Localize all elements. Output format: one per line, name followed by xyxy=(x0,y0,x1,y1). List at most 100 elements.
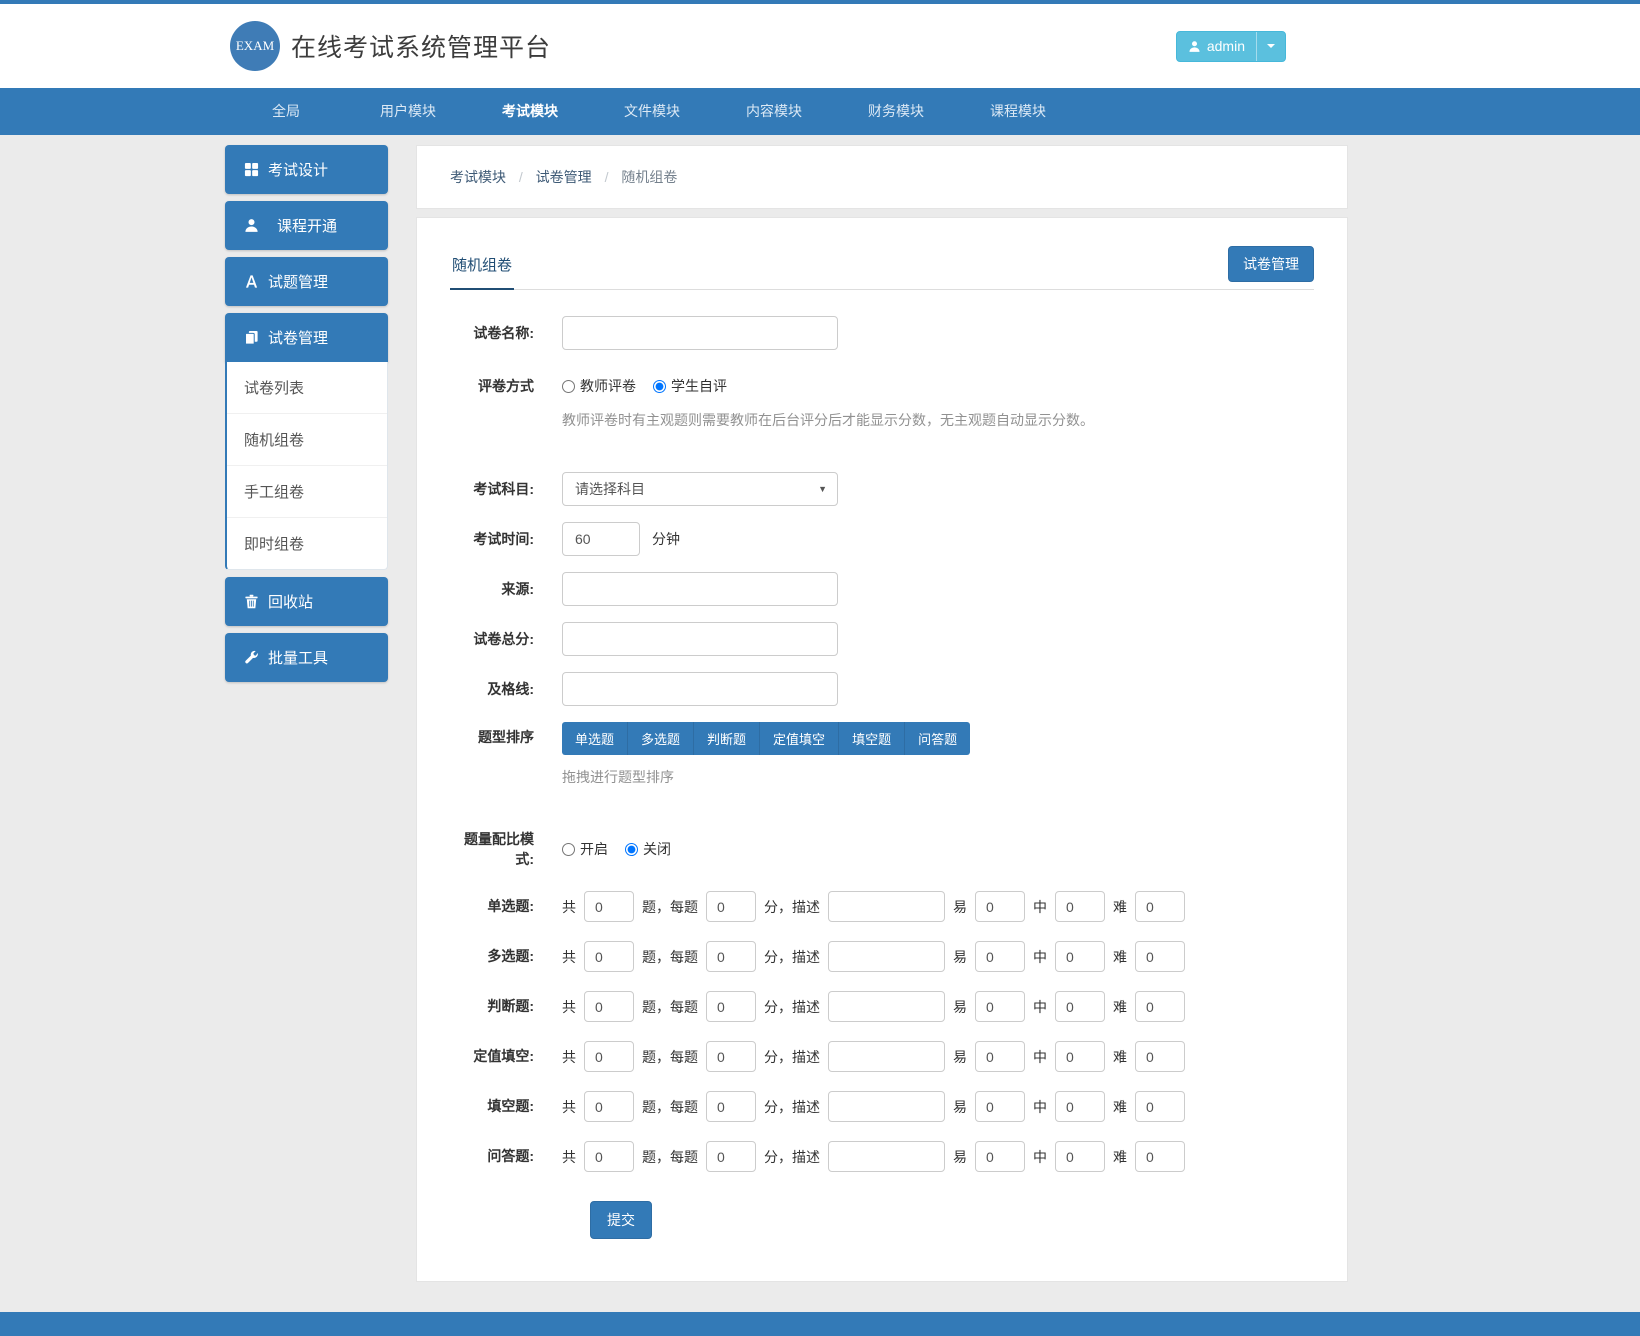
ratio-option-on[interactable]: 开启 xyxy=(562,839,608,859)
type-order-button-5[interactable]: 问答题 xyxy=(905,722,970,755)
nav-item-course-module[interactable]: 课程模块 xyxy=(957,88,1079,135)
type-order-button-3[interactable]: 定值填空 xyxy=(760,722,839,755)
pass-line-label: 及格线: xyxy=(450,672,562,706)
question-count-input[interactable] xyxy=(584,1041,634,1072)
nav-item-global[interactable]: 全局 xyxy=(225,88,347,135)
admin-username: admin xyxy=(1207,38,1245,54)
ratio-off-radio[interactable] xyxy=(625,843,638,856)
question-medium-input[interactable] xyxy=(1055,1041,1105,1072)
sidebar-item-batch-tools[interactable]: 批量工具 xyxy=(225,633,388,682)
question-easy-input[interactable] xyxy=(975,1141,1025,1172)
question-score-input[interactable] xyxy=(706,1041,756,1072)
question-hard-input[interactable] xyxy=(1135,991,1185,1022)
ratio-option-off[interactable]: 关闭 xyxy=(625,839,671,859)
breadcrumb-item-exam-module[interactable]: 考试模块 xyxy=(450,169,506,185)
question-easy-input[interactable] xyxy=(975,991,1025,1022)
question-medium-input[interactable] xyxy=(1055,991,1105,1022)
duration-label: 考试时间: xyxy=(450,522,562,556)
question-type-label: 问答题: xyxy=(450,1141,562,1172)
word-score-desc: 分，描述 xyxy=(764,1097,820,1117)
question-hard-input[interactable] xyxy=(1135,941,1185,972)
teacher-grading-radio[interactable] xyxy=(562,380,575,393)
tab-random-paper[interactable]: 随机组卷 xyxy=(450,246,514,290)
question-hard-input[interactable] xyxy=(1135,1141,1185,1172)
sidebar-item-question-manage[interactable]: 试题管理 xyxy=(225,257,388,306)
type-order-button-2[interactable]: 判断题 xyxy=(694,722,760,755)
question-medium-input[interactable] xyxy=(1055,941,1105,972)
duration-unit: 分钟 xyxy=(652,529,680,549)
question-type-label: 判断题: xyxy=(450,991,562,1022)
ratio-on-radio[interactable] xyxy=(562,843,575,856)
question-hard-input[interactable] xyxy=(1135,1041,1185,1072)
submenu-item-instant-paper[interactable]: 即时组卷 xyxy=(227,518,387,569)
question-easy-input[interactable] xyxy=(975,891,1025,922)
letter-a-icon xyxy=(244,274,259,289)
word-hard: 难 xyxy=(1113,947,1127,967)
question-desc-input[interactable] xyxy=(828,1091,945,1122)
grading-option-teacher[interactable]: 教师评卷 xyxy=(562,376,636,396)
radio-label: 教师评卷 xyxy=(580,376,636,396)
submenu-item-paper-list[interactable]: 试卷列表 xyxy=(227,362,387,414)
question-hard-input[interactable] xyxy=(1135,1091,1185,1122)
question-easy-input[interactable] xyxy=(975,1091,1025,1122)
nav-item-user-module[interactable]: 用户模块 xyxy=(347,88,469,135)
question-count-input[interactable] xyxy=(584,1141,634,1172)
question-count-input[interactable] xyxy=(584,891,634,922)
question-desc-input[interactable] xyxy=(828,1141,945,1172)
word-score-desc: 分，描述 xyxy=(764,1047,820,1067)
submenu-item-random-paper[interactable]: 随机组卷 xyxy=(227,414,387,466)
question-medium-input[interactable] xyxy=(1055,891,1105,922)
sidebar-item-paper-manage[interactable]: 试卷管理 xyxy=(225,313,388,362)
grading-option-student[interactable]: 学生自评 xyxy=(653,376,727,396)
question-desc-input[interactable] xyxy=(828,991,945,1022)
total-score-input[interactable] xyxy=(562,622,838,656)
breadcrumb-item-paper-manage[interactable]: 试卷管理 xyxy=(536,169,592,185)
question-score-input[interactable] xyxy=(706,941,756,972)
question-medium-input[interactable] xyxy=(1055,1141,1105,1172)
nav-item-finance-module[interactable]: 财务模块 xyxy=(835,88,957,135)
type-order-button-0[interactable]: 单选题 xyxy=(562,722,628,755)
question-desc-input[interactable] xyxy=(828,941,945,972)
main-content: 考试模块 / 试卷管理 / 随机组卷 随机组卷 试卷管理 试卷名称: 评卷方式 xyxy=(416,145,1348,1282)
submit-button[interactable]: 提交 xyxy=(590,1201,652,1239)
question-score-input[interactable] xyxy=(706,991,756,1022)
source-input[interactable] xyxy=(562,572,838,606)
word-medium: 中 xyxy=(1033,947,1047,967)
question-desc-input[interactable] xyxy=(828,891,945,922)
pass-line-input[interactable] xyxy=(562,672,838,706)
question-easy-input[interactable] xyxy=(975,941,1025,972)
admin-dropdown-toggle[interactable] xyxy=(1256,32,1285,61)
nav-item-file-module[interactable]: 文件模块 xyxy=(591,88,713,135)
question-type-label: 单选题: xyxy=(450,891,562,922)
question-desc-input[interactable] xyxy=(828,1041,945,1072)
type-order-button-1[interactable]: 多选题 xyxy=(628,722,694,755)
student-grading-radio[interactable] xyxy=(653,380,666,393)
paper-manage-button[interactable]: 试卷管理 xyxy=(1228,246,1314,282)
question-score-input[interactable] xyxy=(706,891,756,922)
paper-name-input[interactable] xyxy=(562,316,838,350)
question-count-input[interactable] xyxy=(584,941,634,972)
question-easy-input[interactable] xyxy=(975,1041,1025,1072)
nav-item-content-module[interactable]: 内容模块 xyxy=(713,88,835,135)
question-hard-input[interactable] xyxy=(1135,891,1185,922)
sidebar-item-exam-design[interactable]: 考试设计 xyxy=(225,145,388,194)
submenu-item-manual-paper[interactable]: 手工组卷 xyxy=(227,466,387,518)
subject-label: 考试科目: xyxy=(450,472,562,506)
question-score-input[interactable] xyxy=(706,1091,756,1122)
sidebar-item-recycle-bin[interactable]: 回收站 xyxy=(225,577,388,626)
duration-input[interactable] xyxy=(562,522,640,556)
admin-user-button[interactable]: admin xyxy=(1176,31,1286,62)
sidebar-item-course-open[interactable]: 课程开通 xyxy=(225,201,388,250)
question-count-input[interactable] xyxy=(584,1091,634,1122)
word-easy: 易 xyxy=(953,947,967,967)
question-score-input[interactable] xyxy=(706,1141,756,1172)
type-order-button-4[interactable]: 填空题 xyxy=(839,722,905,755)
word-medium: 中 xyxy=(1033,1097,1047,1117)
admin-user-main[interactable]: admin xyxy=(1177,32,1256,61)
question-type-label: 多选题: xyxy=(450,941,562,972)
nav-item-exam-module[interactable]: 考试模块 xyxy=(469,88,591,135)
subject-select[interactable]: 请选择科目 ▼ xyxy=(562,472,838,506)
word-hard: 难 xyxy=(1113,997,1127,1017)
question-count-input[interactable] xyxy=(584,991,634,1022)
question-medium-input[interactable] xyxy=(1055,1091,1105,1122)
